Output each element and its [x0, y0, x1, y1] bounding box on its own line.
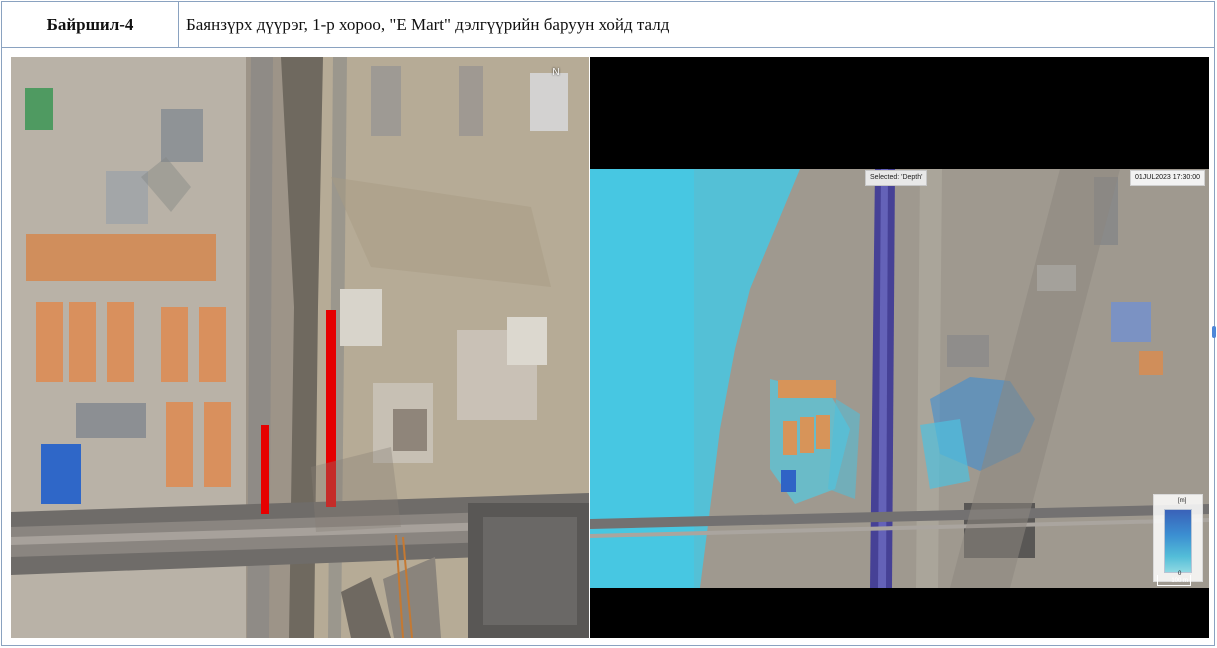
location-header-row: Байршил-4 Баянзүрх дүүрэг, 1-р хороо, "E… — [2, 2, 1214, 48]
north-marker: N — [552, 67, 560, 78]
satellite-map-left: N — [11, 57, 589, 638]
location-value-cell: Баянзүрх дүүрэг, 1-р хороо, "E Mart" дэл… — [179, 2, 1214, 47]
simulation-timestamp: 01JUL2023 17:30:00 — [1130, 170, 1205, 186]
location-label: Байршил-4 — [46, 14, 134, 34]
satellite-map-svg — [11, 57, 589, 638]
location-table: Байршил-4 Баянзүрх дүүрэг, 1-р хороо, "E… — [1, 1, 1216, 646]
legend-gradient — [1164, 509, 1192, 573]
depth-legend: [m] 0 — [1153, 494, 1203, 582]
location-label-cell: Байршил-4 — [2, 2, 179, 47]
flood-depth-map-panel: Selected: 'Depth' 01JUL2023 17:30:00 [m]… — [590, 57, 1209, 638]
scale-label: 100 m — [1171, 578, 1188, 584]
legend-top-value: [m] — [1178, 498, 1187, 504]
location-images-row: N Selected: 'Depth' 01JUL2023 17:30:00 [… — [2, 48, 1216, 645]
flood-depth-map: Selected: 'Depth' 01JUL2023 17:30:00 [m]… — [590, 169, 1209, 588]
red-marker-short — [261, 425, 269, 514]
selected-depth-label: Selected: 'Depth' — [865, 170, 928, 186]
edge-indicator — [1212, 326, 1216, 338]
flood-depth-map-svg — [590, 169, 1209, 588]
location-description: Баянзүрх дүүрэг, 1-р хороо, "E Mart" дэл… — [186, 14, 670, 34]
